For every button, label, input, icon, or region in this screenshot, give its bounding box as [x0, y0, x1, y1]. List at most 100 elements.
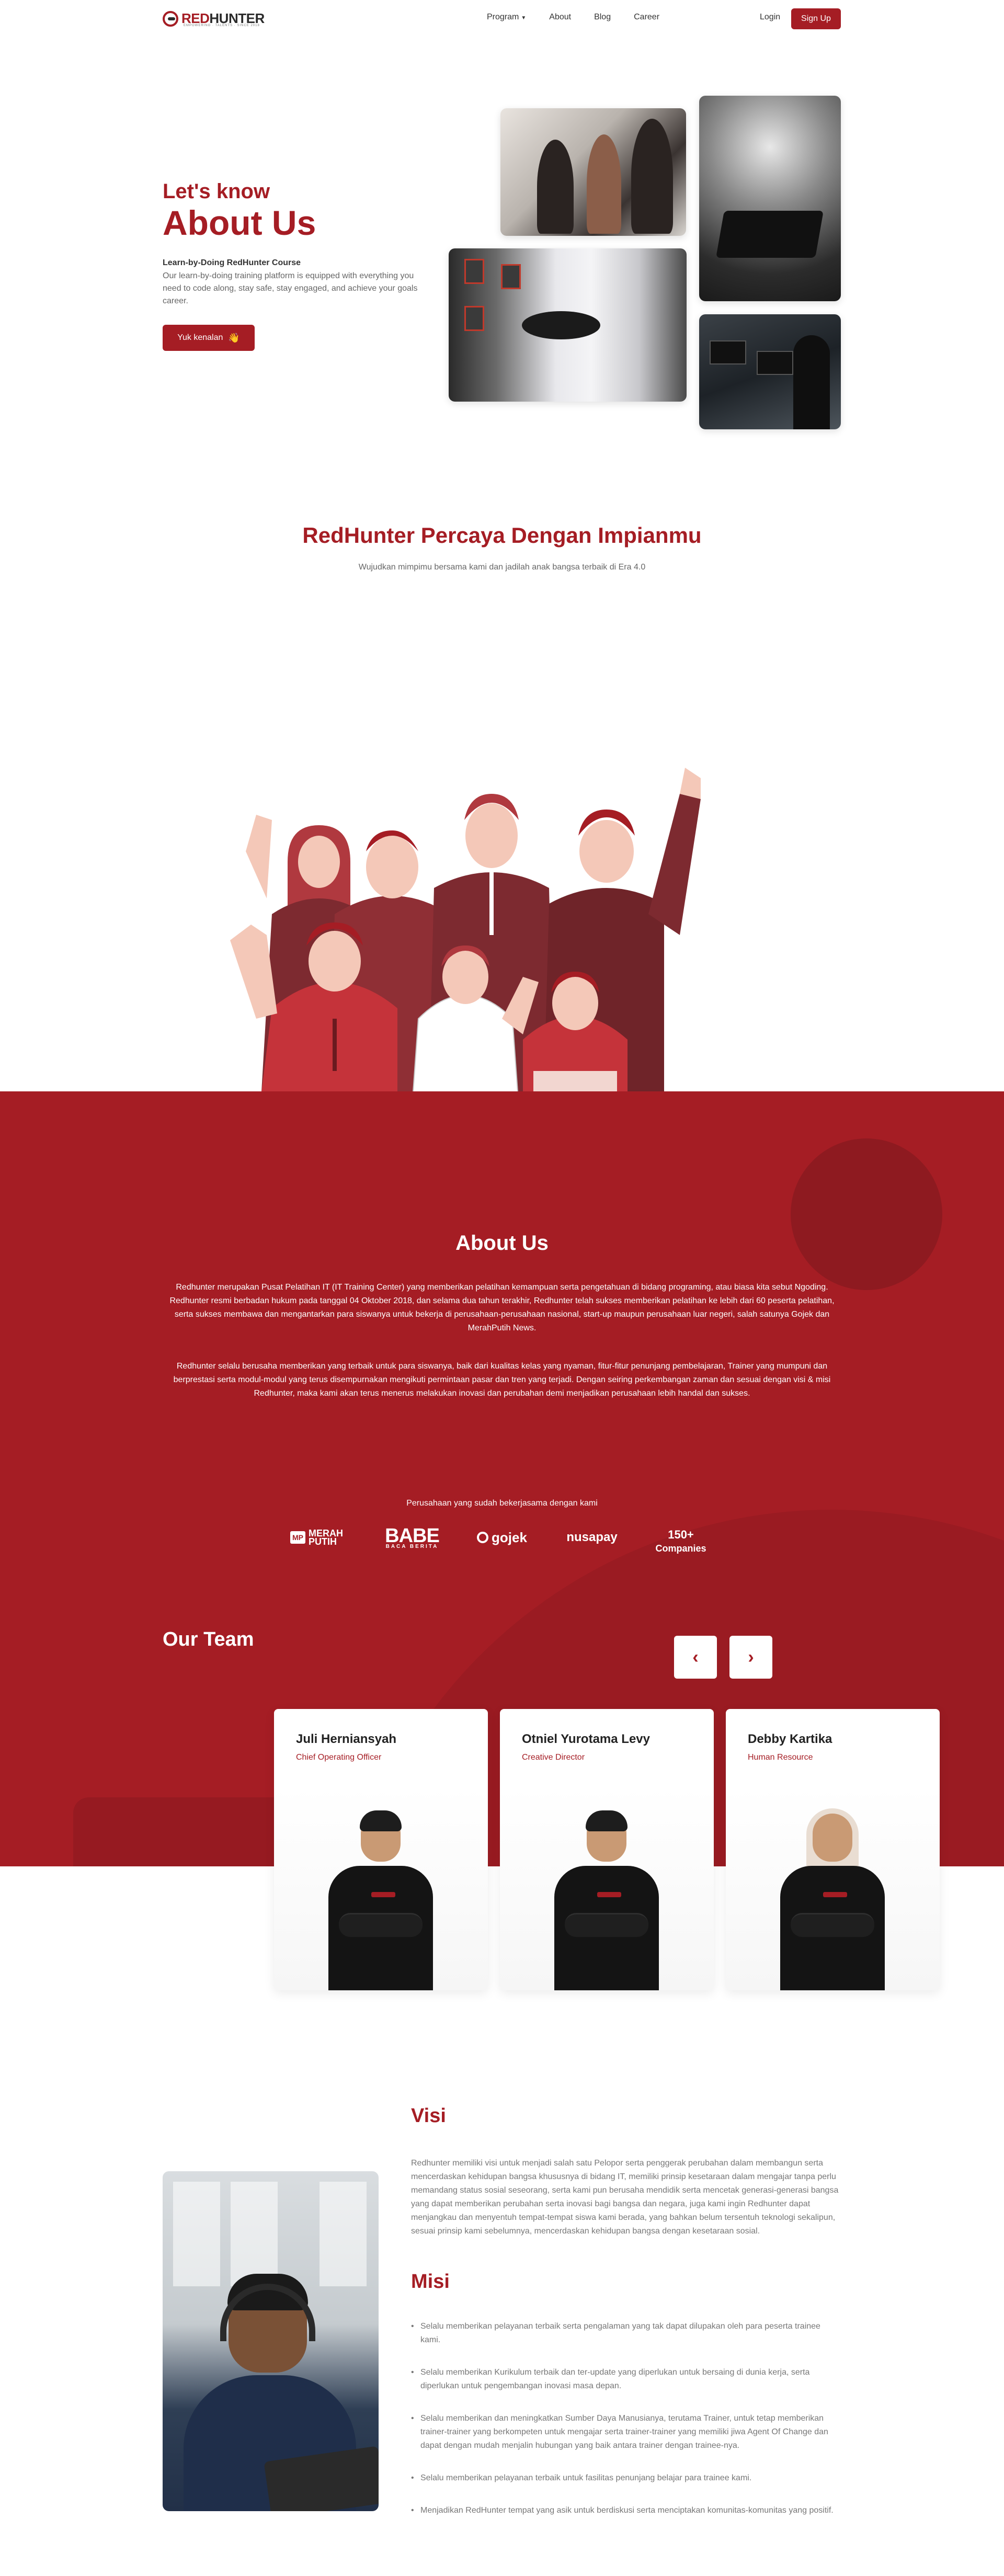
team-member-role: Human Resource — [748, 1753, 813, 1762]
team-member-role: Creative Director — [522, 1753, 585, 1762]
partner-count-label: Companies — [655, 1543, 706, 1554]
misi-item: Menjadikan RedHunter tempat yang asik un… — [411, 2504, 840, 2517]
photo-figure — [587, 134, 621, 234]
photo-window — [320, 2182, 367, 2286]
team-card: Otniel Yurotama Levy Creative Director — [500, 1709, 714, 1990]
logo-tagline: EMPOWERING · TALENTS · SINCE 2018 — [184, 24, 260, 27]
hero-description: Our learn-by-doing training platform is … — [163, 271, 418, 305]
person-arms — [791, 1913, 874, 1937]
nav-item-program[interactable]: Program ▼ — [487, 13, 526, 22]
photo-monitor — [757, 351, 793, 375]
nav-item-blog[interactable]: Blog — [594, 13, 611, 22]
signup-button[interactable]: Sign Up — [791, 8, 841, 29]
chevron-down-icon: ▼ — [521, 15, 527, 21]
hero-photo-meeting-room — [699, 96, 841, 301]
photo-blimp — [522, 311, 600, 339]
misi-item: Selalu memberikan Kurikulum terbaik dan … — [411, 2366, 840, 2393]
misi-item: Selalu memberikan dan meningkatkan Sumbe… — [411, 2412, 840, 2453]
person-head — [813, 1814, 852, 1862]
photo-table — [716, 211, 824, 258]
nav-links: Program ▼ About Blog Career — [487, 13, 659, 22]
person-hair — [586, 1810, 628, 1831]
person-arms — [339, 1913, 423, 1937]
partner-babe-sub: BACA BERITA — [385, 1544, 439, 1549]
partner-count-value: 150+ — [668, 1528, 694, 1541]
team-prev-button[interactable]: ‹ — [674, 1636, 717, 1679]
partners-caption: Perusahaan yang sudah bekerjasama dengan… — [406, 1499, 598, 1508]
hero-cta-button[interactable]: Yuk kenalan 👋 — [163, 325, 255, 351]
photo-monitor — [710, 340, 746, 364]
partner-babe-label: BABE — [385, 1525, 440, 1547]
misi-list: Selalu memberikan pelayanan terbaik sert… — [411, 2320, 840, 2536]
visi-misi-photo — [163, 2171, 379, 2511]
hero-cta-label: Yuk kenalan — [177, 333, 223, 342]
login-link[interactable]: Login — [760, 13, 780, 22]
hero-title: About Us — [163, 203, 316, 242]
gojek-icon — [477, 1532, 489, 1543]
chevron-right-icon: › — [748, 1647, 754, 1667]
belief-subtitle: Wujudkan mimpimu bersama kami dan jadila… — [358, 563, 646, 572]
brand-logo[interactable]: REDHUNTER EMPOWERING · TALENTS · SINCE 2… — [163, 10, 265, 27]
team-illustration — [230, 768, 701, 1092]
team-title: Our Team — [163, 1628, 254, 1650]
team-member-name: Otniel Yurotama Levy — [522, 1732, 650, 1746]
shirt-logo — [597, 1892, 621, 1897]
hero-photo-workstation — [699, 314, 841, 429]
chevron-left-icon: ‹ — [692, 1647, 699, 1667]
merahputih-icon: MP — [290, 1531, 305, 1544]
about-title: About Us — [455, 1232, 549, 1255]
photo-figure — [537, 140, 574, 234]
partner-gojek-label: gojek — [492, 1529, 527, 1545]
misi-item: Selalu memberikan pelayanan terbaik sert… — [411, 2320, 840, 2347]
team-next-button[interactable]: › — [729, 1636, 772, 1679]
logo-icon — [163, 10, 178, 27]
navbar: REDHUNTER EMPOWERING · TALENTS · SINCE 2… — [0, 0, 1004, 39]
team-member-photo — [500, 1787, 714, 1990]
team-member-role: Chief Operating Officer — [296, 1753, 382, 1762]
team-card: Debby Kartika Human Resource — [726, 1709, 940, 1990]
hero-subtitle: Learn-by-Doing RedHunter Course — [163, 258, 301, 267]
hero-photo-team-laptop — [500, 108, 686, 236]
photo-frame — [464, 259, 484, 284]
team-member-name: Debby Kartika — [748, 1732, 832, 1746]
person-figure — [328, 1810, 433, 1990]
about-paragraph-2: Redhunter selalu berusaha memberikan yan… — [173, 1362, 831, 1398]
person-hair — [360, 1810, 402, 1831]
visi-text: Redhunter memiliki visi untuk menjadi sa… — [411, 2159, 839, 2236]
partner-logo-gojek: gojek — [470, 1526, 534, 1549]
photo-frame — [464, 306, 484, 331]
partner-more-count: 150+ Companies — [647, 1526, 714, 1557]
person-arms — [565, 1913, 648, 1937]
partner-logo-merahputih: MP MERAH PUTIH — [290, 1526, 356, 1549]
page: REDHUNTER EMPOWERING · TALENTS · SINCE 2… — [0, 0, 1004, 2576]
misi-item: Selalu memberikan pelayanan terbaik untu… — [411, 2471, 840, 2485]
team-card: Juli Herniansyah Chief Operating Officer — [274, 1709, 488, 1990]
visi-title: Visi — [411, 2105, 446, 2127]
team-member-photo — [726, 1787, 940, 1990]
partner-logo-nusapay: nusapay — [560, 1526, 624, 1549]
shirt-logo — [823, 1892, 847, 1897]
team-member-name: Juli Herniansyah — [296, 1732, 397, 1746]
partner-merahputih-label: MERAH PUTIH — [309, 1528, 343, 1547]
hero-kicker: Let's know — [163, 180, 270, 203]
shirt-logo — [371, 1892, 395, 1897]
wave-hand-icon: 👋 — [228, 332, 240, 343]
partner-nusapay-label: nusapay — [566, 1530, 618, 1544]
nav-item-career[interactable]: Career — [634, 13, 659, 22]
person-figure — [780, 1808, 885, 1990]
misi-title: Misi — [411, 2271, 450, 2293]
about-paragraph-1: Redhunter merupakan Pusat Pelatihan IT (… — [169, 1283, 835, 1332]
hero-photo-office-wall — [449, 248, 687, 402]
team-member-photo — [274, 1787, 488, 1990]
partner-logo-babe: BABE BACA BERITA — [380, 1526, 444, 1552]
photo-figure — [631, 119, 673, 234]
belief-title: RedHunter Percaya Dengan Impianmu — [302, 523, 702, 548]
photo-window — [231, 2182, 278, 2286]
nav-item-about[interactable]: About — [549, 13, 571, 22]
person-figure — [554, 1810, 659, 1990]
decorative-circle — [791, 1138, 942, 1290]
photo-frame — [501, 264, 521, 289]
photo-window — [173, 2182, 220, 2286]
nav-item-program-label: Program — [487, 13, 519, 21]
photo-figure — [793, 335, 830, 429]
